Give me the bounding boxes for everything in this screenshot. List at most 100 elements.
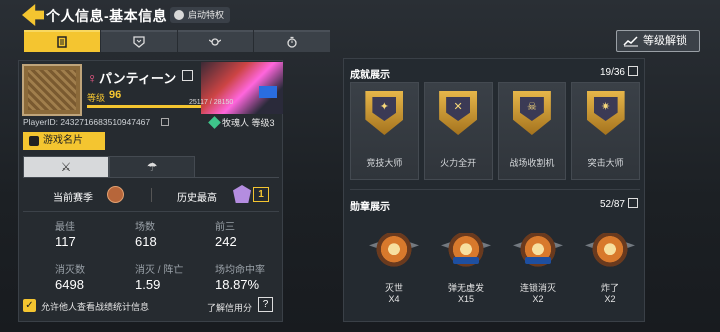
medal-list: 灭世 X4 弹无虚发 X15 连锁消灭 X2 炸了 X2 bbox=[360, 225, 635, 317]
mode-tabs: ⚔ ☂ bbox=[23, 156, 279, 178]
player-id: PlayerID: 2432716683510947467 bbox=[23, 117, 151, 127]
achievement-card[interactable]: ✦ 竞技大师 bbox=[350, 82, 419, 180]
stat-value: 618 bbox=[135, 234, 157, 249]
stat-top3: 前三 242 bbox=[215, 218, 285, 249]
back-button[interactable] bbox=[22, 4, 44, 26]
player-name: パンティーン bbox=[99, 71, 177, 86]
stat-kills: 消灭数 6498 bbox=[55, 261, 125, 292]
avatar[interactable] bbox=[22, 64, 82, 116]
badge-symbol: ✕ bbox=[453, 101, 463, 113]
achievement-badge-icon: ✦ bbox=[365, 91, 404, 135]
back-arrow-icon bbox=[22, 4, 44, 26]
medals-count: 52/87 bbox=[600, 198, 638, 210]
badge-symbol: ☠ bbox=[526, 101, 537, 113]
medal-label: 灭世 bbox=[384, 283, 403, 293]
credit-score-link[interactable]: 了解信用分 bbox=[207, 301, 252, 314]
achievement-card[interactable]: ☠ 战场收割机 bbox=[497, 82, 567, 180]
tab-profile[interactable] bbox=[24, 30, 100, 52]
showcase-panel: 成就展示 19/36 ✦ 竞技大师 ✕ 火力全开 ☠ 战场收割机 ✷ 突击大师 勋章展示… bbox=[343, 58, 645, 322]
history-rank-icon bbox=[233, 185, 251, 203]
stat-value: 242 bbox=[215, 234, 237, 249]
achievement-label: 突击大师 bbox=[587, 158, 624, 168]
achievement-label: 竞技大师 bbox=[366, 158, 403, 168]
level-label: 等级 bbox=[87, 93, 106, 103]
level-unlock-button[interactable]: 等级解锁 bbox=[616, 30, 700, 52]
achievement-badge-icon: ☠ bbox=[512, 91, 551, 135]
badge-symbol: ✦ bbox=[379, 101, 389, 113]
medal-item[interactable]: 弹无虚发 X15 bbox=[434, 225, 498, 315]
medal-ribbon bbox=[453, 257, 479, 264]
achievement-badge-icon: ✷ bbox=[586, 91, 625, 135]
achievement-label: 火力全开 bbox=[440, 158, 477, 168]
tab-honor[interactable] bbox=[177, 30, 254, 52]
medal-count: X4 bbox=[388, 294, 400, 304]
tab-timer[interactable] bbox=[254, 30, 330, 52]
medal-item[interactable]: 炸了 X2 bbox=[578, 225, 642, 315]
medal-item[interactable]: 灭世 X4 bbox=[362, 225, 426, 315]
xp-text: 25117 / 28150 bbox=[189, 99, 234, 106]
achievement-card[interactable]: ✕ 火力全开 bbox=[423, 82, 493, 180]
medal-icon bbox=[373, 233, 415, 269]
divider bbox=[23, 211, 279, 212]
name-card-button[interactable]: 游戏名片 bbox=[23, 132, 105, 150]
medal-count: X15 bbox=[457, 294, 474, 304]
stat-matches: 场数 618 bbox=[135, 218, 205, 249]
stats-grid: 最佳 117 场数 618 前三 242 消灭数 6498 消灭 / 阵亡 1.59 场均… bbox=[55, 218, 275, 292]
soul-level-text: 牧魂人 等级3 bbox=[222, 118, 275, 128]
avatar-image bbox=[28, 70, 76, 110]
name-card-label: 游戏名片 bbox=[43, 135, 83, 146]
parachute-icon: ☂ bbox=[146, 160, 158, 174]
crossed-guns-icon: ⚔ bbox=[60, 160, 72, 174]
stat-value: 117 bbox=[55, 234, 76, 249]
edit-name-icon[interactable] bbox=[182, 70, 193, 81]
copy-id-icon[interactable] bbox=[161, 118, 169, 126]
privilege-label: 启动特权 bbox=[188, 10, 225, 20]
stat-label: 消灭 / 阵亡 bbox=[135, 265, 184, 276]
achievement-list: ✦ 竞技大师 ✕ 火力全开 ☠ 战场收割机 ✷ 突击大师 bbox=[350, 82, 640, 180]
stat-label: 最佳 bbox=[55, 222, 75, 233]
level-value: 96 bbox=[109, 89, 122, 101]
medal-label: 弹无虚发 bbox=[447, 283, 484, 293]
history-best-label: 历史最高 bbox=[177, 193, 217, 204]
medal-count: X2 bbox=[604, 294, 616, 304]
stat-label: 场数 bbox=[135, 222, 155, 233]
edit-medals-icon[interactable] bbox=[628, 198, 638, 208]
tab-bar bbox=[24, 30, 330, 52]
card-icon bbox=[29, 136, 39, 146]
medals-title: 勋章展示 bbox=[350, 202, 390, 213]
current-season-label: 当前赛季 bbox=[53, 193, 93, 204]
header: 个人信息-基本信息 启动特权 bbox=[0, 0, 720, 28]
document-icon bbox=[57, 36, 67, 48]
achievements-count-text: 19/36 bbox=[599, 67, 625, 78]
medal-icon bbox=[589, 233, 631, 269]
tab-career[interactable] bbox=[100, 30, 177, 52]
stat-accuracy: 场均命中率 18.87% bbox=[215, 261, 285, 292]
achievement-card[interactable]: ✷ 突击大师 bbox=[571, 82, 640, 180]
medal-ribbon bbox=[525, 257, 551, 264]
achievements-count: 19/36 bbox=[600, 66, 638, 78]
medal-item[interactable]: 连锁消灭 X2 bbox=[506, 225, 570, 315]
name-card-art bbox=[201, 62, 283, 114]
page-title: 个人信息-基本信息 bbox=[46, 8, 168, 24]
level-unlock-label: 等级解锁 bbox=[643, 35, 687, 47]
stopwatch-icon bbox=[287, 36, 297, 48]
shield-icon bbox=[132, 36, 145, 48]
privilege-button[interactable]: 启动特权 bbox=[170, 7, 231, 23]
stat-value: 18.87% bbox=[215, 277, 260, 292]
divider bbox=[151, 188, 152, 202]
help-button[interactable]: ? bbox=[258, 297, 273, 312]
medal-label: 炸了 bbox=[600, 283, 619, 293]
divider bbox=[350, 189, 640, 190]
stat-value: 1.59 bbox=[135, 277, 161, 292]
achievements-title: 成就展示 bbox=[350, 70, 390, 81]
stat-label: 消灭数 bbox=[55, 265, 85, 276]
tab-battle[interactable]: ⚔ bbox=[23, 156, 109, 178]
allow-view-checkbox[interactable]: ✓ bbox=[23, 299, 36, 312]
stat-kd: 消灭 / 阵亡 1.59 bbox=[135, 261, 205, 292]
edit-achievements-icon[interactable] bbox=[628, 66, 638, 76]
stat-value: 6498 bbox=[55, 277, 84, 292]
chart-up-icon bbox=[623, 36, 638, 47]
stat-label: 前三 bbox=[215, 222, 235, 233]
tab-battle-royale[interactable]: ☂ bbox=[109, 156, 195, 178]
achievement-badge-icon: ✕ bbox=[439, 91, 478, 135]
